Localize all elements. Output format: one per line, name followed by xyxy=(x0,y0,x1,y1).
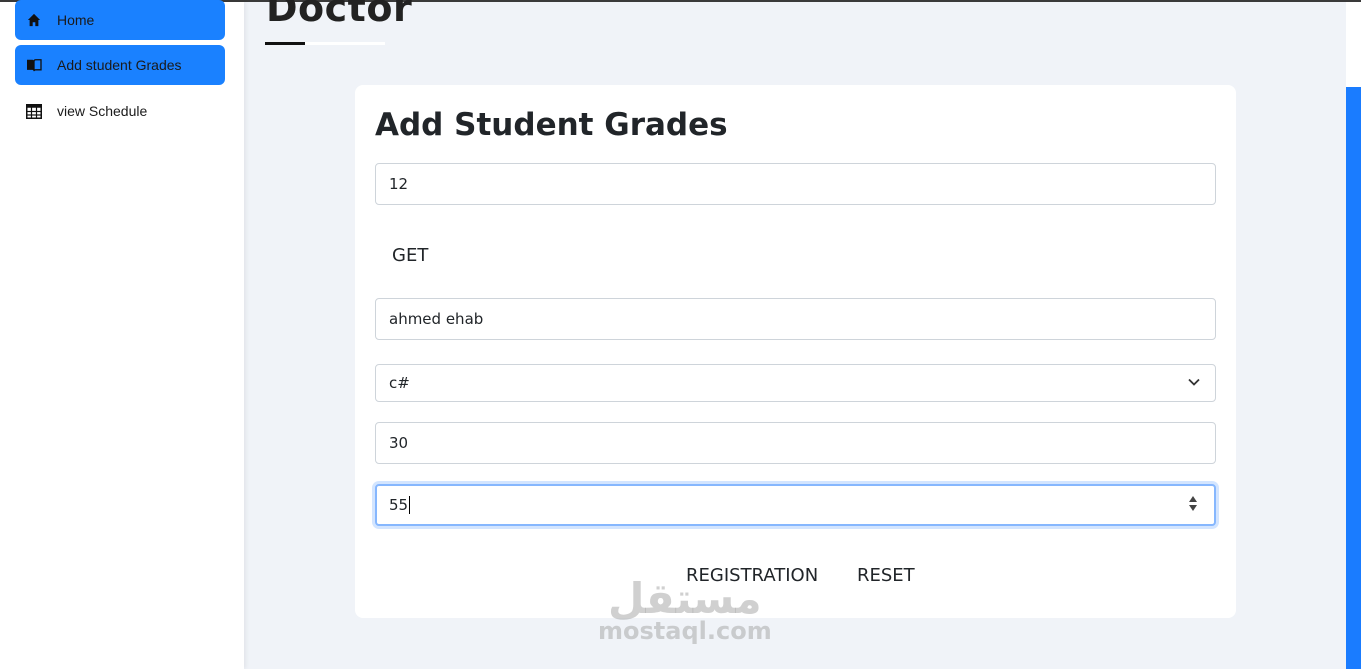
grade-input-1[interactable]: 30 xyxy=(375,422,1216,464)
right-strip xyxy=(1346,2,1361,87)
sidebar-item-view-schedule[interactable]: view Schedule xyxy=(15,91,225,131)
sidebar-item-home[interactable]: Home xyxy=(15,0,225,40)
chevron-down-icon xyxy=(1187,375,1201,393)
page-title: Doctor xyxy=(266,0,413,30)
get-button[interactable]: GET xyxy=(392,245,428,266)
student-name-value: ahmed ehab xyxy=(389,310,484,328)
scrollbar[interactable] xyxy=(1346,87,1361,669)
sidebar: Home Add student Grades view Schedule xyxy=(0,0,244,669)
sidebar-item-label: Add student Grades xyxy=(57,57,182,73)
grade-1-value: 30 xyxy=(389,434,409,452)
student-id-input[interactable]: 12 xyxy=(375,163,1216,205)
sidebar-item-add-grades[interactable]: Add student Grades xyxy=(15,45,225,85)
reset-button[interactable]: RESET xyxy=(857,565,915,586)
title-underline xyxy=(265,42,385,45)
grades-form-card: Add Student Grades 12 GET ahmed ehab c# … xyxy=(355,85,1236,618)
book-icon xyxy=(25,56,43,74)
grade-input-2[interactable]: 55 xyxy=(375,484,1216,526)
course-selected-value: c# xyxy=(389,374,410,392)
sidebar-item-label: Home xyxy=(57,12,95,28)
form-title: Add Student Grades xyxy=(375,107,728,143)
text-caret xyxy=(409,496,411,514)
home-icon xyxy=(25,11,43,29)
number-stepper-icon[interactable] xyxy=(1189,496,1197,511)
course-select[interactable]: c# xyxy=(375,364,1216,402)
grade-2-value: 55 xyxy=(389,496,409,514)
student-id-value: 12 xyxy=(389,175,409,193)
watermark-arabic: مستقل xyxy=(608,574,762,623)
student-name-input[interactable]: ahmed ehab xyxy=(375,298,1216,340)
watermark-logo: مستقل mostaql.com xyxy=(598,574,772,645)
sidebar-item-label: view Schedule xyxy=(57,103,148,119)
table-icon xyxy=(25,102,43,120)
watermark-latin: mostaql.com xyxy=(598,617,772,645)
